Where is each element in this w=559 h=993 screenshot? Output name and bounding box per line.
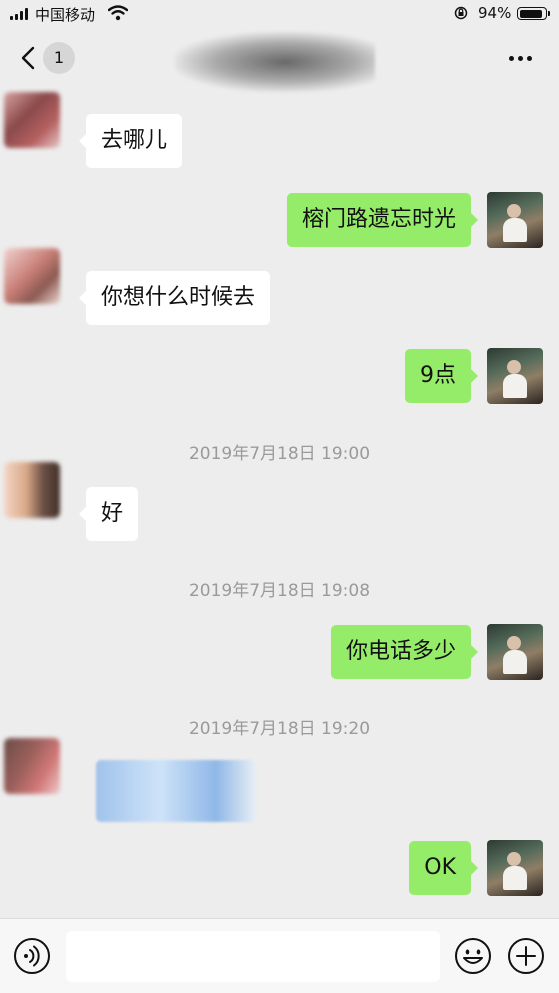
message-input[interactable]	[66, 931, 440, 982]
orientation-lock-icon	[454, 6, 468, 20]
chevron-left-icon	[21, 46, 35, 70]
signal-icon	[10, 8, 30, 20]
contact-avatar[interactable]	[4, 462, 60, 518]
timestamp: 2019年7月18日 19:00	[188, 444, 371, 464]
timestamp: 2019年7月18日 19:20	[188, 719, 371, 739]
emoji-icon[interactable]	[454, 937, 492, 975]
contact-avatar[interactable]	[4, 248, 60, 304]
nav-bar: 1	[0, 30, 559, 92]
battery-percent: 94%	[478, 4, 512, 22]
user-avatar[interactable]	[487, 348, 543, 404]
input-bar	[0, 918, 559, 993]
status-bar: 中国移动 94%	[0, 0, 559, 30]
user-avatar[interactable]	[487, 840, 543, 896]
redacted-message-bubble[interactable]	[96, 760, 256, 822]
message-bubble[interactable]: 你电话多少	[330, 625, 479, 679]
plus-icon[interactable]	[507, 937, 545, 975]
message-bubble[interactable]: 你想什么时候去	[78, 271, 271, 325]
message-bubble[interactable]: 9点	[405, 349, 478, 403]
user-avatar[interactable]	[487, 192, 543, 248]
user-avatar[interactable]	[487, 624, 543, 680]
carrier-name: 中国移动	[35, 6, 96, 24]
chat-title	[175, 32, 375, 92]
timestamp: 2019年7月18日 19:08	[188, 581, 371, 601]
battery-fill	[519, 9, 543, 18]
unread-count-badge: 1	[43, 42, 75, 74]
message-bubble[interactable]: 好	[78, 487, 139, 541]
message-bubble[interactable]: OK	[409, 841, 478, 895]
voice-icon[interactable]	[13, 937, 51, 975]
message-bubble[interactable]: 榕门路遗忘时光	[286, 193, 479, 247]
contact-avatar[interactable]	[4, 738, 60, 794]
message-bubble[interactable]: 去哪儿	[78, 114, 183, 168]
more-options-icon[interactable]	[506, 48, 536, 68]
back-button[interactable]: 1	[16, 42, 78, 74]
contact-avatar[interactable]	[4, 92, 60, 148]
wifi-icon	[108, 5, 128, 21]
battery-icon	[517, 7, 550, 20]
